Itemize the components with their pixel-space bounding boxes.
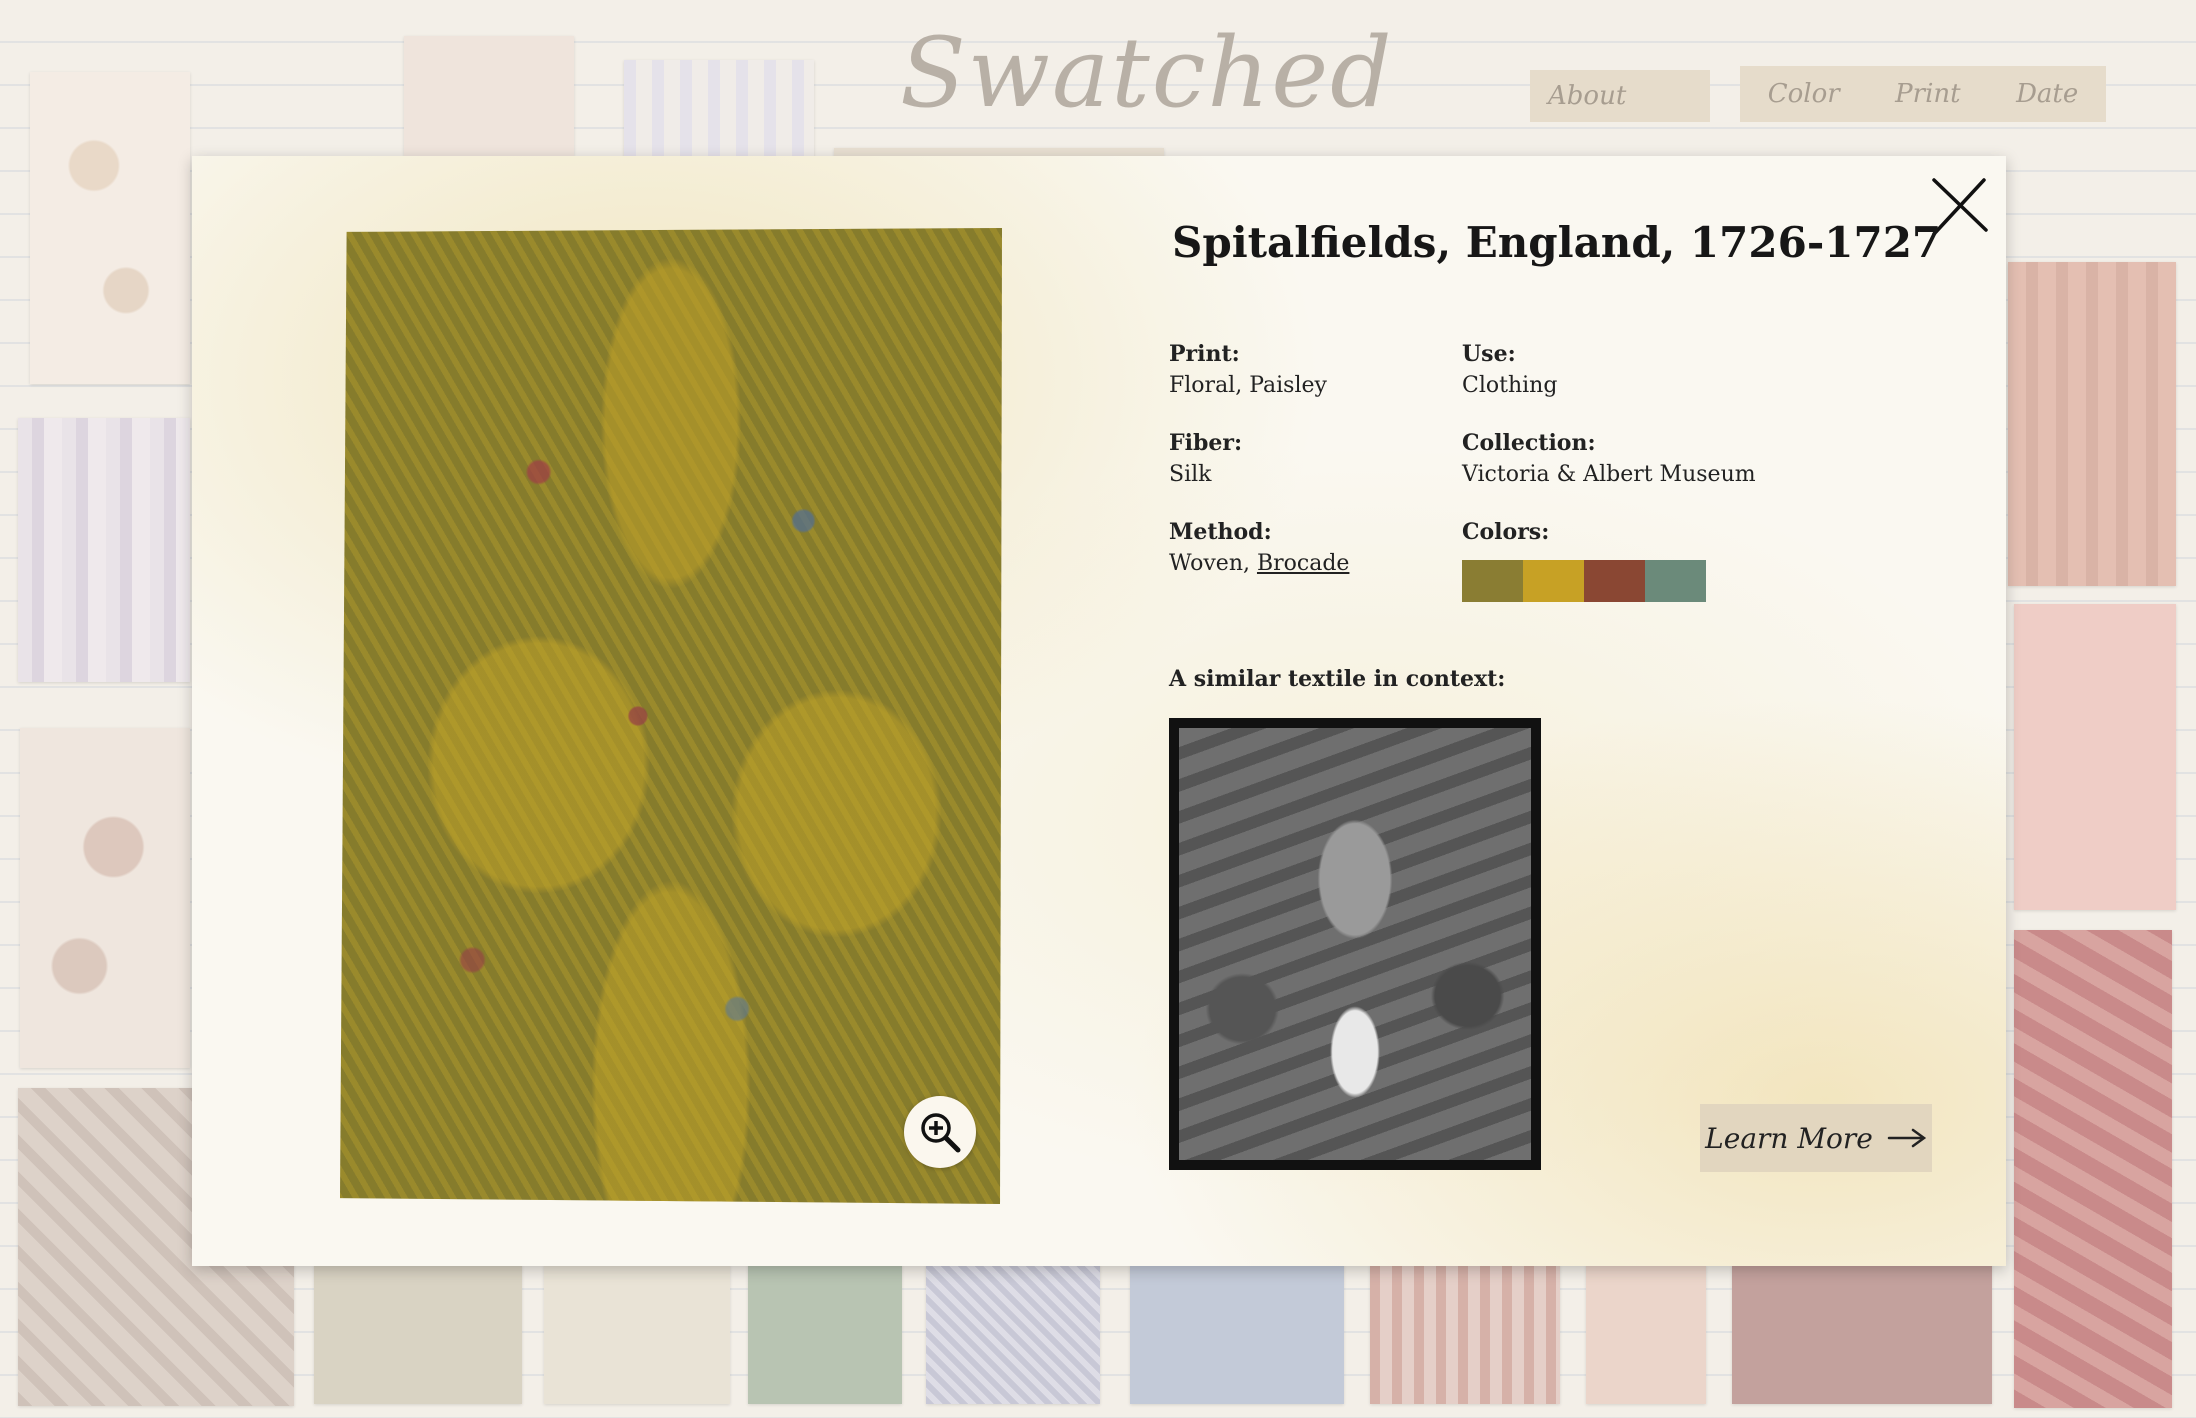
site-logo[interactable]: Swatched <box>900 18 1392 128</box>
print-label: Print: <box>1169 341 1240 367</box>
background-swatch[interactable] <box>1732 1264 1992 1404</box>
context-photo <box>1169 718 1541 1170</box>
textile-detail-modal: Spitalfields, England, 1726-1727 Print: … <box>192 156 2006 1266</box>
background-swatch[interactable] <box>1130 1264 1344 1404</box>
background-swatch[interactable] <box>926 1264 1100 1404</box>
context-photo-image <box>1179 728 1531 1160</box>
colors-field: Colors: <box>1462 516 1549 548</box>
method-value: Woven, Brocade <box>1169 548 1349 580</box>
background-swatch[interactable] <box>404 36 574 156</box>
fiber-label: Fiber: <box>1169 430 1243 456</box>
use-value: Clothing <box>1462 373 1558 398</box>
print-value: Floral, Paisley <box>1169 373 1327 398</box>
nav-date[interactable]: Date <box>2016 79 2078 109</box>
zoom-in-icon <box>921 1113 961 1153</box>
background-swatch[interactable] <box>30 72 190 384</box>
color-swatch[interactable] <box>1645 560 1706 602</box>
fiber-field: Fiber: Silk <box>1169 427 1242 491</box>
method-field: Method: Woven, Brocade <box>1169 516 1349 580</box>
nav-about[interactable]: About <box>1530 70 1710 122</box>
zoom-button[interactable] <box>904 1096 976 1168</box>
background-swatch[interactable] <box>2008 262 2176 586</box>
method-value-prefix: Woven, <box>1169 551 1257 576</box>
background-swatch[interactable] <box>314 1264 522 1404</box>
color-swatch[interactable] <box>1584 560 1645 602</box>
textile-image <box>340 228 1002 1204</box>
filter-nav: Color Print Date <box>1740 66 2106 122</box>
brocade-link[interactable]: Brocade <box>1257 551 1349 576</box>
background-swatch[interactable] <box>748 1264 902 1404</box>
arrow-right-icon <box>1887 1128 1926 1148</box>
use-field: Use: Clothing <box>1462 338 1557 402</box>
background-swatch[interactable] <box>18 418 190 682</box>
use-label: Use: <box>1462 341 1516 367</box>
method-label: Method: <box>1169 519 1272 545</box>
collection-label: Collection: <box>1462 430 1596 456</box>
textile-title: Spitalfields, England, 1726-1727 <box>1172 218 1942 267</box>
color-swatch[interactable] <box>1462 560 1523 602</box>
background-swatch[interactable] <box>2014 604 2176 910</box>
background-swatch[interactable] <box>624 60 814 160</box>
color-palette <box>1462 560 1706 602</box>
nav-color[interactable]: Color <box>1768 79 1840 109</box>
color-swatch[interactable] <box>1523 560 1584 602</box>
learn-more-button[interactable]: Learn More <box>1700 1104 1932 1172</box>
background-swatch[interactable] <box>1370 1264 1560 1404</box>
background-swatch[interactable] <box>20 728 190 1068</box>
nav-print[interactable]: Print <box>1895 79 1960 109</box>
collection-value: Victoria & Albert Museum <box>1462 462 1756 487</box>
background-swatch[interactable] <box>544 1264 730 1404</box>
collection-field: Collection: Victoria & Albert Museum <box>1462 427 1756 491</box>
background-swatch[interactable] <box>2014 930 2172 1408</box>
learn-more-label: Learn More <box>1705 1121 1873 1155</box>
background-swatch[interactable] <box>1586 1264 1706 1404</box>
context-label: A similar textile in context: <box>1169 666 1506 692</box>
print-field: Print: Floral, Paisley <box>1169 338 1327 402</box>
colors-label: Colors: <box>1462 519 1550 545</box>
fiber-value: Silk <box>1169 462 1212 487</box>
